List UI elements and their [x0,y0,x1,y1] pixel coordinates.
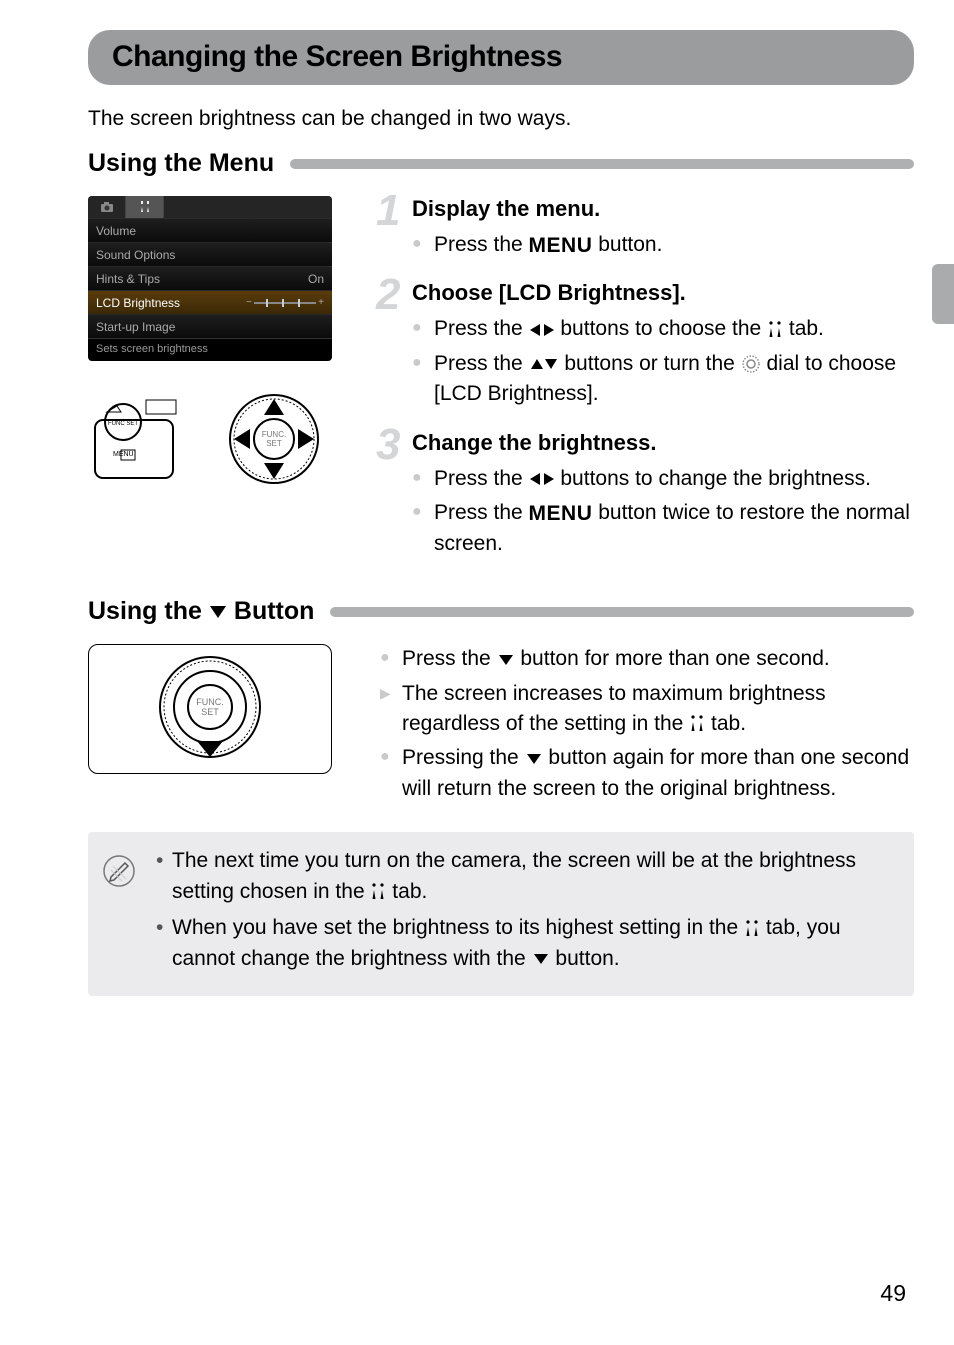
bullet-item: Pressing the button again for more than … [380,743,914,804]
menu-row: Start-up Image [88,314,332,338]
up-down-buttons-icon [529,357,559,371]
section2-title: Using the Button [88,597,314,626]
note-box: The next time you turn on the camera, th… [88,832,914,996]
bullet-item: Press the MENU button. [412,230,914,260]
tools-tab-icon [370,883,386,901]
menu-label-icon: MENU [529,503,593,524]
note-item: The next time you turn on the camera, th… [156,846,894,907]
pencil-note-icon [102,854,136,897]
section2-bullet-list: Press the button for more than one secon… [380,644,914,804]
section-rule [330,607,914,617]
step-title: Display the menu. [412,196,914,222]
section1-title: Using the Menu [88,149,274,178]
menu-row: Sound Options [88,242,332,266]
step-number: 3 [376,420,400,470]
step: 1Display the menu.Press the MENU button. [380,196,914,260]
bullet-item: Press the MENU button twice to restore t… [412,498,914,559]
step-title: Change the brightness. [412,430,914,456]
down-triangle-icon [532,952,550,966]
menu-row: LCD Brightness−+ [88,290,332,314]
svg-text:SET: SET [266,439,282,448]
control-dial-down-illustration: FUNC. SET [88,644,332,774]
bullet-item: The screen increases to maximum brightne… [380,679,914,740]
menu-label-icon: MENU [529,235,593,256]
section-using-menu: Using the Menu [88,149,914,178]
side-thumb-tab [932,264,954,324]
bullet-item: Press the buttons to change the brightne… [412,464,914,494]
menu-footer: Sets screen brightness [88,338,332,361]
menu-row-label: Sound Options [96,248,324,262]
step: 2Choose [LCD Brightness].Press the butto… [380,280,914,409]
bullet-item: Press the buttons or turn the dial to ch… [412,349,914,410]
bullet-item: Press the button for more than one secon… [380,644,914,674]
step: 3Change the brightness.Press the buttons… [380,430,914,559]
menu-row-value: On [308,272,324,286]
svg-text:FUNC SET: FUNC SET [108,421,138,427]
menu-row: Hints & TipsOn [88,266,332,290]
control-dial-icon [741,354,761,374]
step-bullet-list: Press the buttons to change the brightne… [412,464,914,559]
menu-row-label: Volume [96,224,324,238]
svg-text:FUNC.: FUNC. [196,697,224,707]
page-number: 49 [880,1280,906,1307]
menu-tab-camera-icon [88,196,126,218]
section-rule [290,159,914,169]
left-right-buttons-icon [529,471,555,487]
left-right-buttons-icon [529,322,555,338]
step-number: 1 [376,186,400,236]
tools-tab-icon [767,321,783,339]
tools-tab-icon [689,715,705,733]
intro-text: The screen brightness can be changed in … [88,107,914,131]
note-item: When you have set the brightness to its … [156,913,894,974]
step-title: Choose [LCD Brightness]. [412,280,914,306]
menu-row-label: Start-up Image [96,320,324,334]
step-number: 2 [376,270,400,320]
menu-row-label: LCD Brightness [96,296,246,310]
menu-tab-tools-icon [126,196,164,218]
section-using-down-button: Using the Button [88,597,914,626]
bullet-item: Press the buttons to choose the tab. [412,314,914,344]
step-bullet-list: Press the MENU button. [412,230,914,260]
tools-tab-icon [744,920,760,938]
camera-menu-screenshot: VolumeSound OptionsHints & TipsOnLCD Bri… [88,196,332,361]
camera-body-illustration: FUNC SET MENU [88,389,204,489]
down-triangle-icon [208,604,228,620]
page-title: Changing the Screen Brightness [112,40,562,74]
svg-text:FUNC.: FUNC. [262,430,286,439]
title-bar: Changing the Screen Brightness [88,30,914,85]
svg-text:SET: SET [201,707,219,717]
control-dial-illustration: FUNC. SET [216,389,332,489]
menu-row-label: Hints & Tips [96,272,308,286]
menu-row: Volume [88,218,332,242]
step-bullet-list: Press the buttons to choose the tab. Pres… [412,314,914,409]
page: Changing the Screen Brightness The scree… [0,0,954,1036]
svg-text:MENU: MENU [113,451,134,458]
brightness-slider: −+ [246,299,324,307]
down-triangle-icon [525,752,543,766]
down-triangle-icon [497,653,515,667]
